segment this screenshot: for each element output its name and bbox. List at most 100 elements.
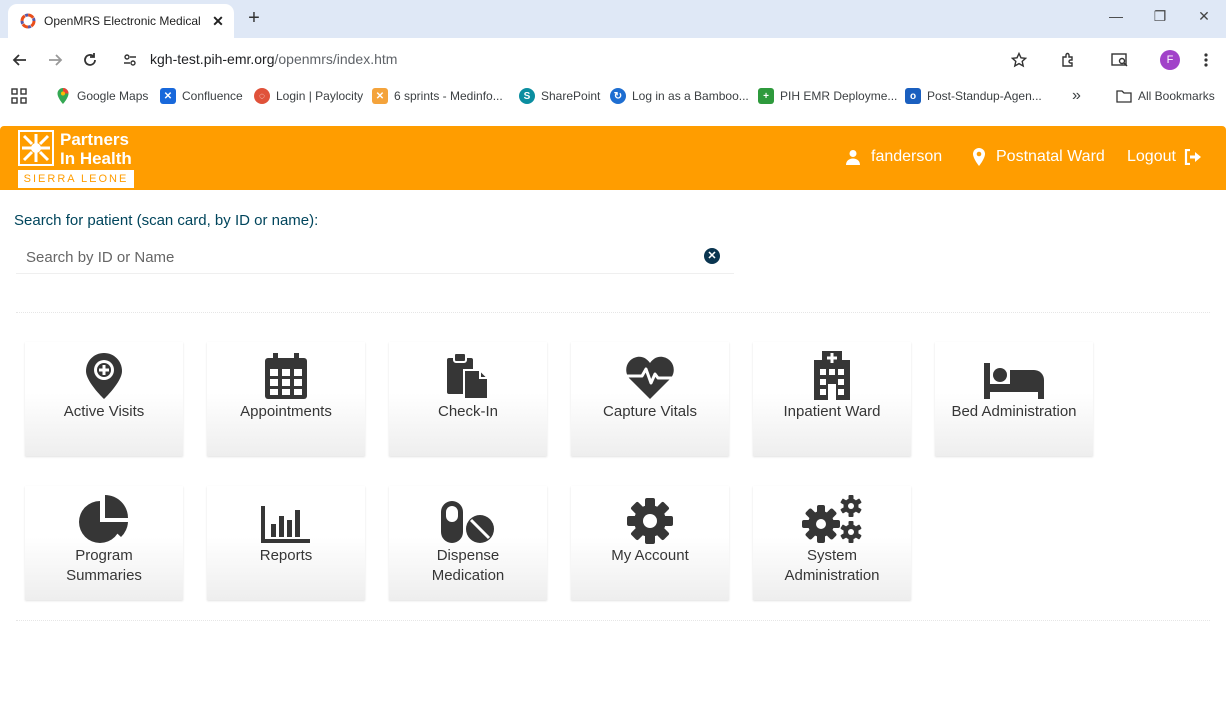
bamboo-icon: ↻ bbox=[610, 88, 626, 104]
patient-search-input[interactable] bbox=[26, 246, 676, 268]
app-dispense-medication[interactable]: Dispense Medication bbox=[389, 486, 547, 600]
logout-label: Logout bbox=[1127, 148, 1176, 165]
all-bookmarks[interactable]: All Bookmarks bbox=[1116, 87, 1215, 105]
extensions-icon[interactable] bbox=[1058, 50, 1078, 70]
paylocity-icon: ◌ bbox=[254, 88, 270, 104]
pills-icon bbox=[440, 492, 496, 544]
bookmark-pih-emr[interactable]: + PIH EMR Deployme... bbox=[758, 87, 897, 105]
bookmark-bamboo[interactable]: ↻ Log in as a Bamboo... bbox=[610, 87, 749, 105]
app-program-summaries[interactable]: Program Summaries bbox=[25, 486, 183, 600]
reload-icon[interactable] bbox=[80, 50, 100, 70]
google-maps-icon bbox=[55, 88, 71, 104]
location-pin-icon bbox=[973, 148, 985, 166]
location-selector[interactable]: Postnatal Ward bbox=[972, 148, 1105, 166]
app-inpatient-ward[interactable]: Inpatient Ward bbox=[753, 342, 911, 456]
tile-label: My Account bbox=[611, 547, 689, 564]
outlook-icon: o bbox=[905, 88, 921, 104]
browser-tab[interactable]: OpenMRS Electronic Medical R ✕ bbox=[8, 4, 234, 38]
back-arrow-icon[interactable] bbox=[10, 50, 30, 70]
bookmark-confluence[interactable]: ✕ Confluence bbox=[160, 87, 243, 105]
search-label: Search for patient (scan card, by ID or … bbox=[14, 212, 319, 229]
tile-label: Capture Vitals bbox=[603, 403, 697, 420]
app-bed-administration[interactable]: Bed Administration bbox=[935, 342, 1093, 456]
app-system-administration[interactable]: System Administration bbox=[753, 486, 911, 600]
user-menu[interactable]: fanderson bbox=[845, 148, 942, 166]
logo-line1: Partners bbox=[60, 130, 129, 149]
openmrs-favicon-icon bbox=[20, 13, 36, 29]
bookmark-label: 6 sprints - Medinfo... bbox=[394, 89, 503, 103]
profile-avatar[interactable]: F bbox=[1160, 50, 1180, 70]
tile-label: Dispense Medication bbox=[431, 547, 505, 584]
url-host: kgh-test.pih-emr.org bbox=[150, 51, 275, 67]
sign-out-icon bbox=[1184, 149, 1201, 165]
bookmark-google-maps[interactable]: Google Maps bbox=[55, 87, 148, 105]
clear-search-icon[interactable]: ✕ bbox=[704, 248, 720, 264]
close-tab-icon[interactable]: ✕ bbox=[210, 13, 226, 30]
tile-label: Check-In bbox=[437, 403, 499, 420]
app-active-visits[interactable]: Active Visits bbox=[25, 342, 183, 456]
app-my-account[interactable]: My Account bbox=[571, 486, 729, 600]
gear-icon bbox=[627, 492, 673, 544]
tab-title: OpenMRS Electronic Medical R bbox=[44, 14, 204, 28]
hospital-icon bbox=[812, 348, 852, 400]
bookmark-label: Confluence bbox=[182, 89, 243, 103]
map-marker-icon bbox=[85, 348, 123, 400]
app-reports[interactable]: Reports bbox=[207, 486, 365, 600]
tab-search-icon[interactable] bbox=[1110, 50, 1130, 70]
bookmark-label: PIH EMR Deployme... bbox=[780, 89, 898, 103]
logo-band: SIERRA LEONE bbox=[18, 170, 134, 188]
forward-arrow-icon[interactable] bbox=[45, 50, 65, 70]
app-check-in[interactable]: Check-In bbox=[389, 342, 547, 456]
heartbeat-icon bbox=[625, 348, 675, 400]
bookmark-label: Login | Paylocity bbox=[276, 89, 364, 103]
patient-search: ✕ bbox=[16, 240, 734, 274]
apps-grid-icon[interactable] bbox=[11, 87, 27, 105]
app-appointments[interactable]: Appointments bbox=[207, 342, 365, 456]
location-name: Postnatal Ward bbox=[996, 148, 1105, 165]
divider bbox=[16, 620, 1210, 621]
tile-label: Reports bbox=[259, 547, 313, 564]
tile-label: System Administration bbox=[784, 547, 880, 584]
sprints-icon: ✕ bbox=[372, 88, 388, 104]
star-bookmark-icon[interactable] bbox=[1009, 50, 1029, 70]
logout-button[interactable]: Logout bbox=[1127, 148, 1202, 166]
username: fanderson bbox=[871, 148, 943, 165]
browser-tab-strip: OpenMRS Electronic Medical R ✕ + — ❐ ✕ bbox=[0, 0, 1226, 38]
app-capture-vitals[interactable]: Capture Vitals bbox=[571, 342, 729, 456]
confluence-icon: ✕ bbox=[160, 88, 176, 104]
bed-icon bbox=[983, 348, 1045, 400]
gears-icon bbox=[801, 492, 863, 544]
bookmarks-bar: Google Maps ✕ Confluence ◌ Login | Paylo… bbox=[0, 82, 1226, 110]
address-bar[interactable]: kgh-test.pih-emr.org/openmrs/index.htm bbox=[150, 51, 397, 67]
app-header: Partners In Health SIERRA LEONE fanderso… bbox=[0, 126, 1226, 190]
logo-wordmark: Partners In Health bbox=[60, 130, 132, 168]
bookmark-sharepoint[interactable]: S SharePoint bbox=[519, 87, 600, 105]
bookmark-label: Log in as a Bamboo... bbox=[632, 89, 749, 103]
bookmark-label: Post-Standup-Agen... bbox=[927, 89, 1042, 103]
bookmarks-overflow-icon[interactable]: » bbox=[1072, 87, 1081, 105]
all-bookmarks-label: All Bookmarks bbox=[1138, 89, 1215, 103]
tile-label: Program Summaries bbox=[66, 547, 142, 584]
minimize-icon[interactable]: — bbox=[1106, 8, 1126, 24]
url-path: /openmrs/index.htm bbox=[274, 51, 398, 67]
close-window-icon[interactable]: ✕ bbox=[1194, 8, 1214, 25]
pih-logo-icon bbox=[18, 130, 54, 166]
bookmark-label: SharePoint bbox=[541, 89, 601, 103]
user-icon bbox=[846, 150, 860, 165]
site-info-icon[interactable] bbox=[120, 50, 140, 70]
bookmark-paylocity[interactable]: ◌ Login | Paylocity bbox=[254, 87, 363, 105]
new-tab-button[interactable]: + bbox=[244, 8, 264, 28]
divider bbox=[16, 312, 1210, 313]
tile-label: Active Visits bbox=[63, 403, 145, 420]
tile-label: Bed Administration bbox=[951, 403, 1077, 420]
folder-icon bbox=[1116, 88, 1132, 104]
restore-icon[interactable]: ❐ bbox=[1150, 8, 1170, 25]
pih-logo[interactable]: Partners In Health SIERRA LEONE bbox=[18, 128, 136, 188]
bookmark-label: Google Maps bbox=[77, 89, 149, 103]
bookmark-sprints[interactable]: ✕ 6 sprints - Medinfo... bbox=[372, 87, 503, 105]
bookmark-post-standup[interactable]: o Post-Standup-Agen... bbox=[905, 87, 1042, 105]
paste-icon bbox=[446, 348, 490, 400]
browser-menu-icon[interactable] bbox=[1196, 50, 1216, 70]
logo-line2: In Health bbox=[60, 149, 132, 168]
pie-chart-icon bbox=[78, 492, 130, 544]
